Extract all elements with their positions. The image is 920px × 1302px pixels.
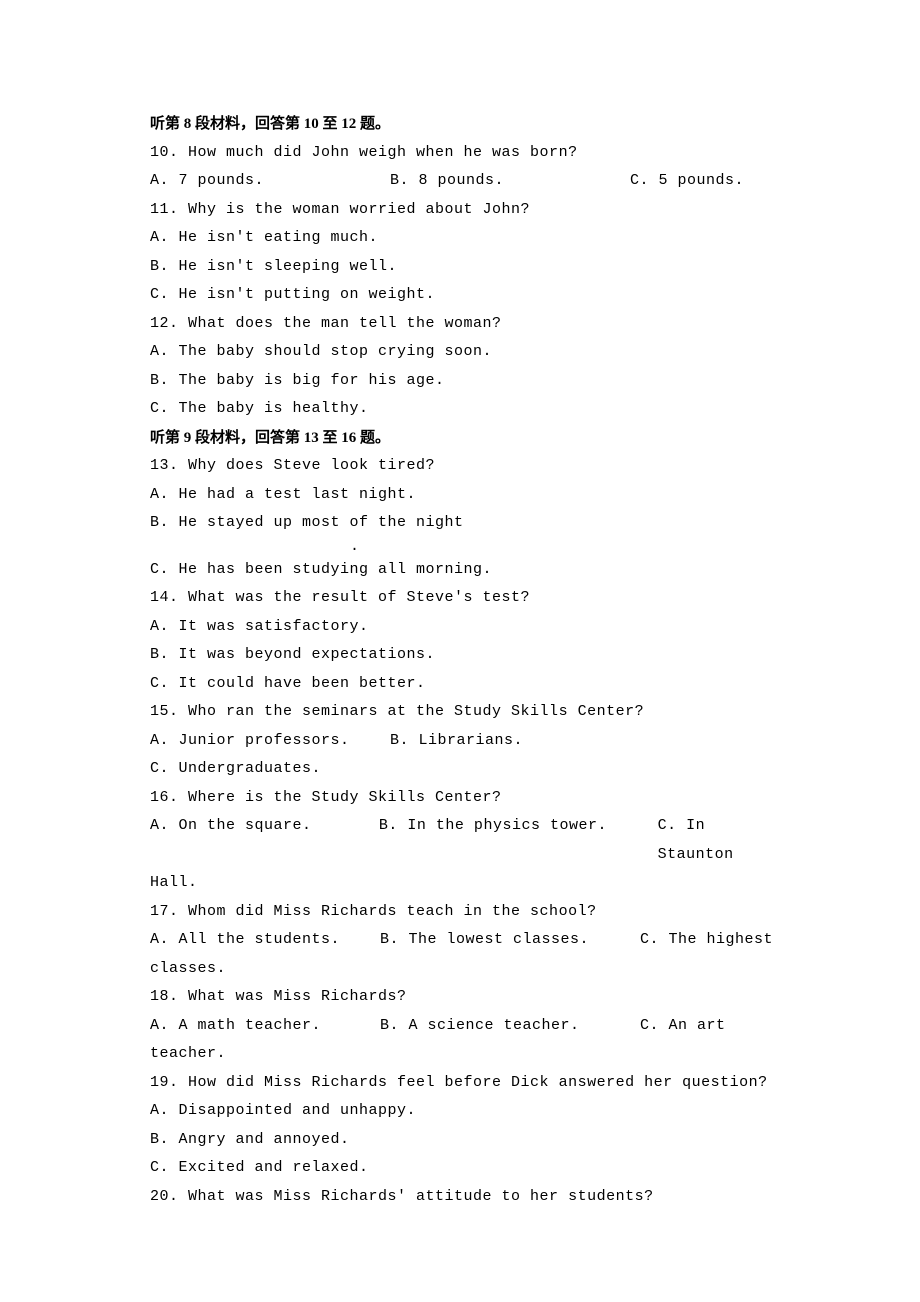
q17-option-c-cont: classes.: [150, 955, 790, 984]
q12-option-b: B. The baby is big for his age.: [150, 367, 790, 396]
q12-option-a: A. The baby should stop crying soon.: [150, 338, 790, 367]
section-8-header: 听第 8 段材料，回答第 10 至 12 题。: [150, 110, 790, 139]
question-13-text: 13. Why does Steve look tired?: [150, 452, 790, 481]
question-15-options-ab: A. Junior professors. B. Librarians.: [150, 727, 790, 756]
q14-option-a: A. It was satisfactory.: [150, 613, 790, 642]
question-15-text: 15. Who ran the seminars at the Study Sk…: [150, 698, 790, 727]
question-18-options: A. A math teacher. B. A science teacher.…: [150, 1012, 790, 1041]
q16-option-a: A. On the square.: [150, 812, 379, 869]
q13-option-c: C. He has been studying all morning.: [150, 556, 790, 585]
q12-option-c: C. The baby is healthy.: [150, 395, 790, 424]
q18-option-b: B. A science teacher.: [380, 1012, 640, 1041]
q15-option-b: B. Librarians.: [390, 727, 630, 756]
question-10-options: A. 7 pounds. B. 8 pounds. C. 5 pounds.: [150, 167, 790, 196]
q18-option-c: C. An art: [640, 1012, 726, 1041]
q14-option-b: B. It was beyond expectations.: [150, 641, 790, 670]
q17-option-b: B. The lowest classes.: [380, 926, 640, 955]
q11-option-c: C. He isn't putting on weight.: [150, 281, 790, 310]
q18-option-c-cont: teacher.: [150, 1040, 790, 1069]
q19-option-b: B. Angry and annoyed.: [150, 1126, 790, 1155]
q15-option-c: C. Undergraduates.: [150, 755, 790, 784]
q16-option-c-cont: Hall.: [150, 869, 790, 898]
question-18-text: 18. What was Miss Richards?: [150, 983, 790, 1012]
q17-option-a: A. All the students.: [150, 926, 380, 955]
question-16-options: A. On the square. B. In the physics towe…: [150, 812, 790, 869]
q19-option-a: A. Disappointed and unhappy.: [150, 1097, 790, 1126]
q16-option-c: C. In Staunton: [658, 812, 790, 869]
q15-option-a: A. Junior professors.: [150, 727, 390, 756]
section-9-header: 听第 9 段材料，回答第 13 至 16 题。: [150, 424, 790, 453]
question-11-text: 11. Why is the woman worried about John?: [150, 196, 790, 225]
q14-option-c: C. It could have been better.: [150, 670, 790, 699]
q10-option-b: B. 8 pounds.: [390, 167, 630, 196]
question-16-text: 16. Where is the Study Skills Center?: [150, 784, 790, 813]
q13-option-a: A. He had a test last night.: [150, 481, 790, 510]
question-20-text: 20. What was Miss Richards' attitude to …: [150, 1183, 790, 1212]
q11-option-b: B. He isn't sleeping well.: [150, 253, 790, 282]
q11-option-a: A. He isn't eating much.: [150, 224, 790, 253]
q17-option-c: C. The highest: [640, 926, 773, 955]
q13-option-b: B. He stayed up most of the night: [150, 509, 790, 538]
question-14-text: 14. What was the result of Steve's test?: [150, 584, 790, 613]
q13-option-b-sub: .: [150, 538, 790, 556]
page-container: 听第 8 段材料，回答第 10 至 12 题。 10. How much did…: [0, 0, 920, 1302]
q18-option-a: A. A math teacher.: [150, 1012, 380, 1041]
question-12-text: 12. What does the man tell the woman?: [150, 310, 790, 339]
q19-option-c: C. Excited and relaxed.: [150, 1154, 790, 1183]
q10-option-c: C. 5 pounds.: [630, 167, 744, 196]
q10-option-a: A. 7 pounds.: [150, 167, 390, 196]
question-10-text: 10. How much did John weigh when he was …: [150, 139, 790, 168]
question-19-text: 19. How did Miss Richards feel before Di…: [150, 1069, 790, 1098]
question-17-text: 17. Whom did Miss Richards teach in the …: [150, 898, 790, 927]
q16-option-b: B. In the physics tower.: [379, 812, 658, 869]
question-17-options: A. All the students. B. The lowest class…: [150, 926, 790, 955]
